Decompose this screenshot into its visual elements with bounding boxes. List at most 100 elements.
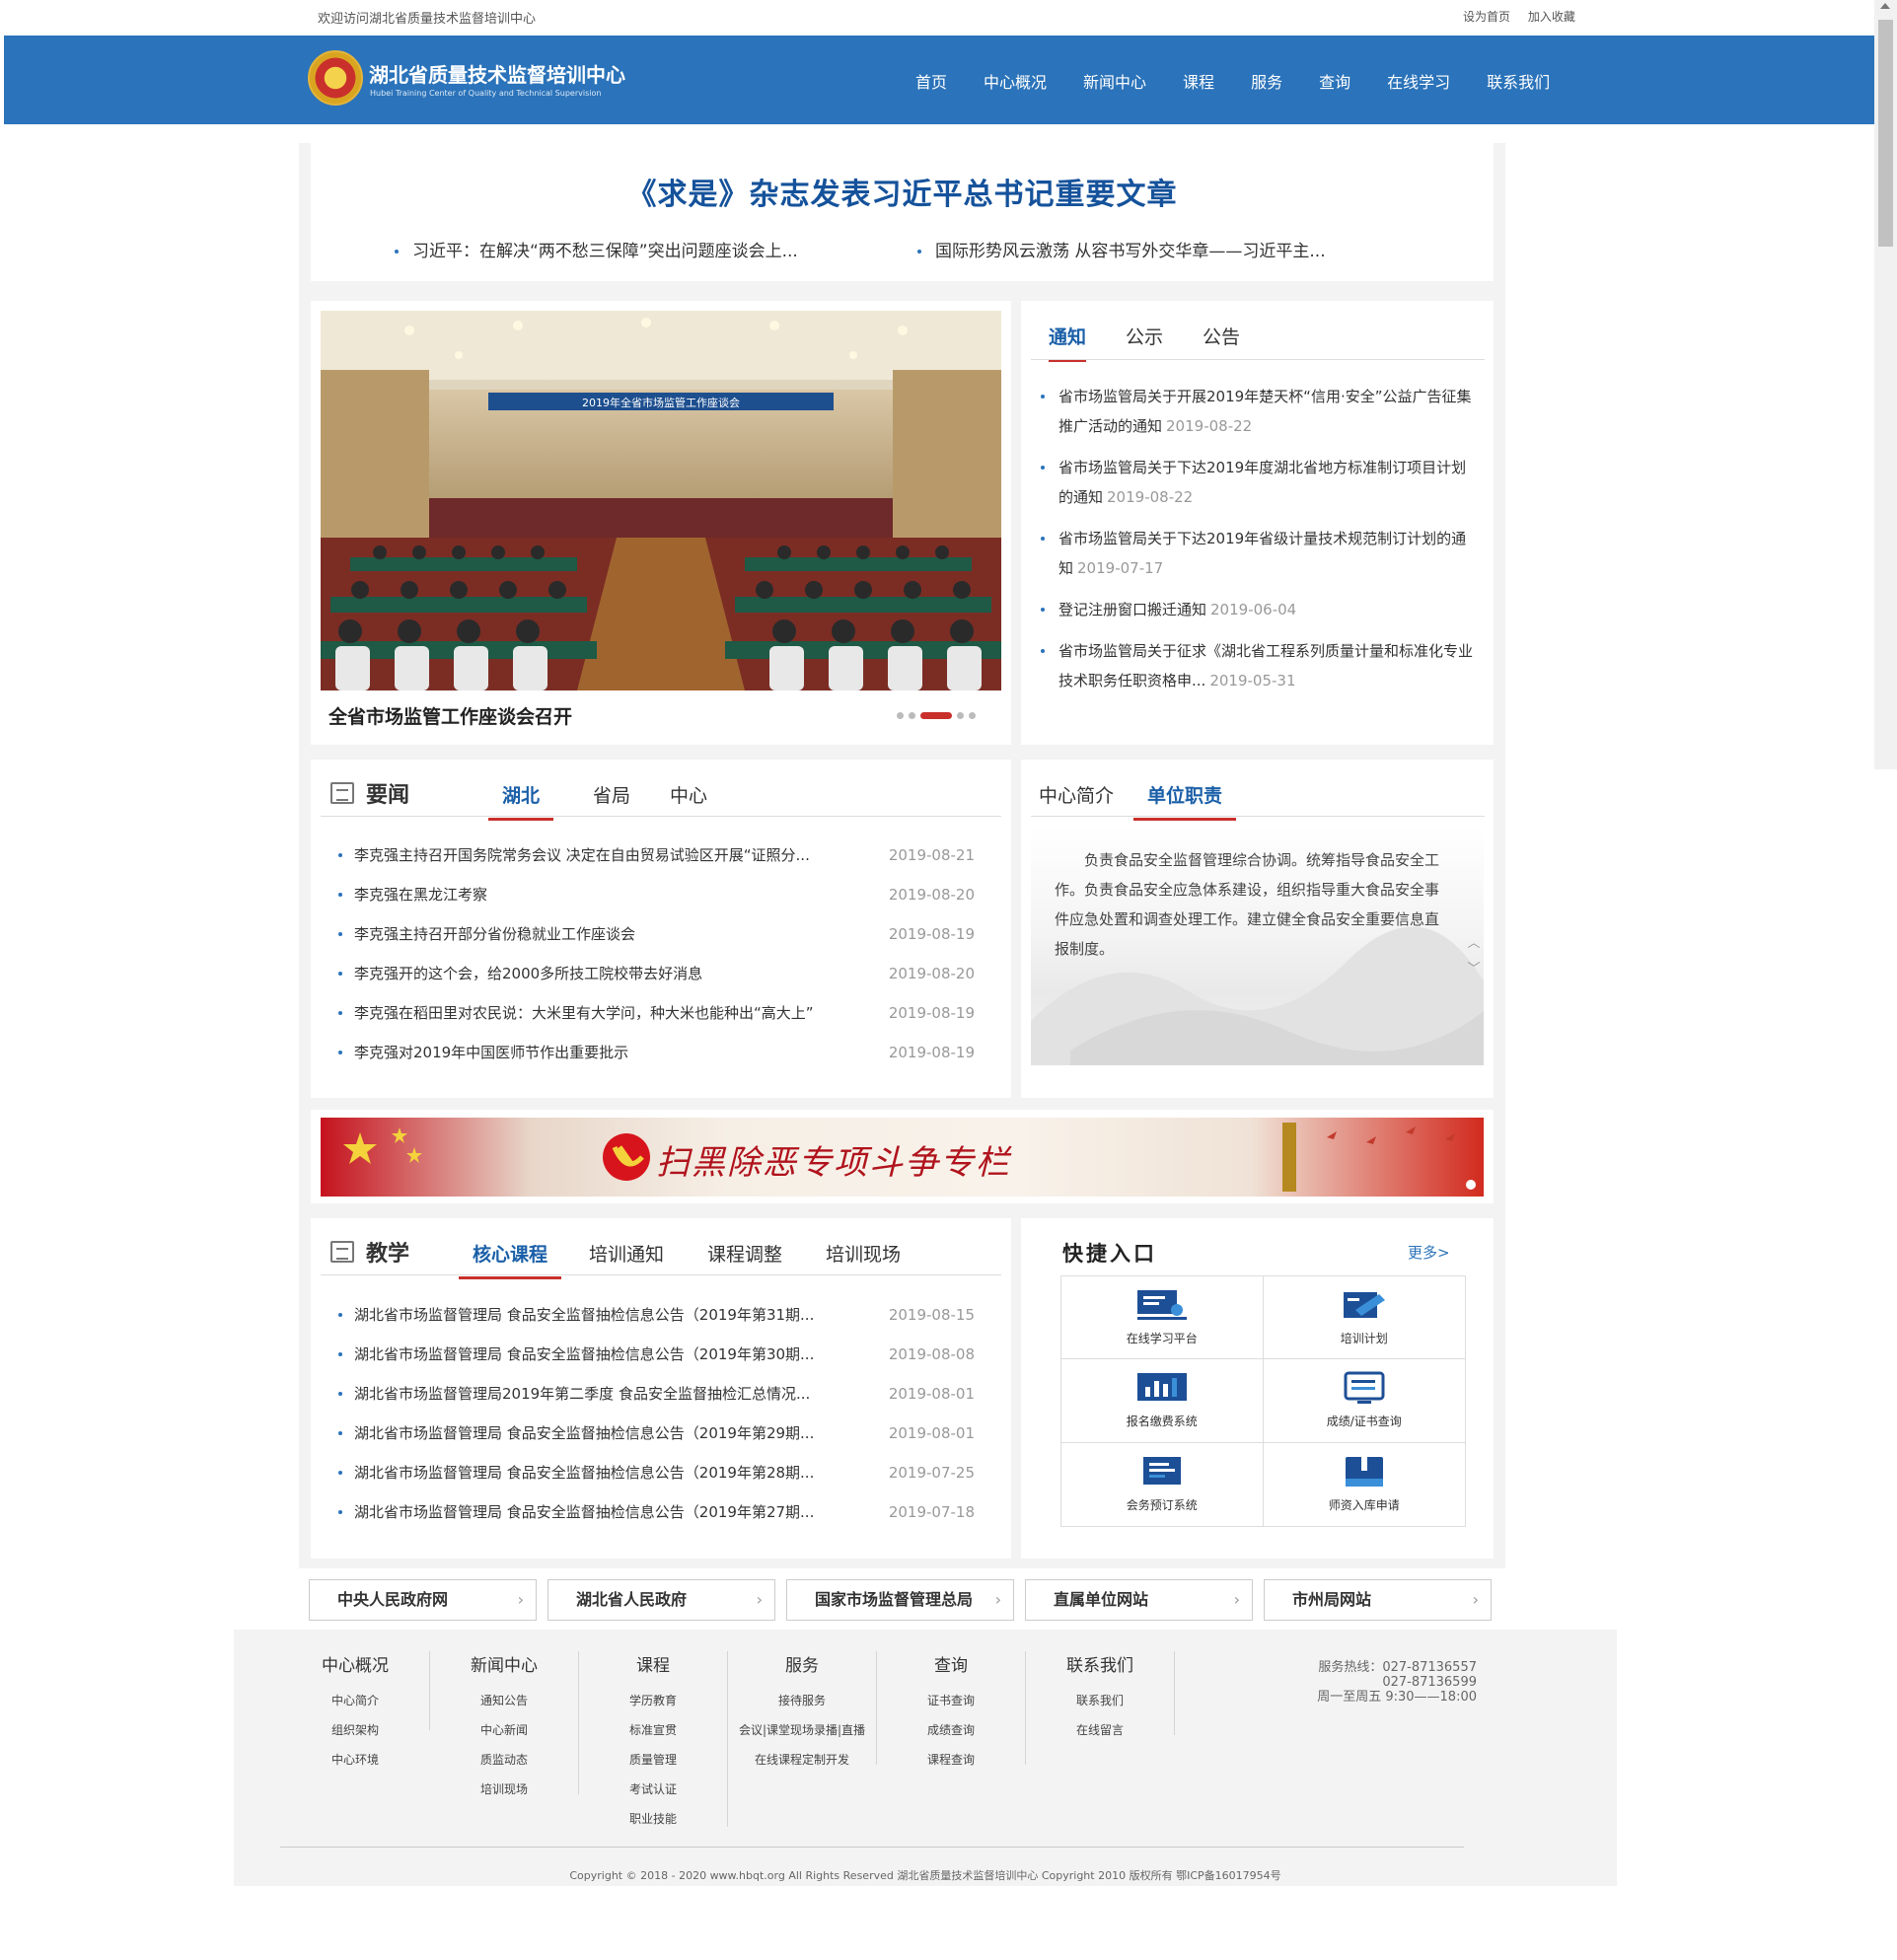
footer-link[interactable]: 联系我们 [1026, 1686, 1174, 1715]
list-item[interactable]: 省市场监管局关于开展2019年楚天杯“信用·安全”公益广告征集推广活动的通知 20… [1039, 382, 1478, 441]
slide-dot[interactable] [909, 712, 915, 719]
list-item[interactable]: 湖北省市场监督管理局 食品安全监督抽检信息公告（2019年第30期... 2019… [338, 1335, 975, 1374]
footer-link[interactable]: 标准宣贯 [579, 1715, 727, 1745]
headline-sub-link[interactable]: 习近平：在解决“两不愁三保障”突出问题座谈会上... [395, 237, 798, 261]
slide-dot-active[interactable] [920, 712, 952, 719]
nav-courses[interactable]: 课程 [1183, 69, 1214, 93]
list-item[interactable]: 湖北省市场监督管理局 食品安全监督抽检信息公告（2019年第28期... 2019… [338, 1453, 975, 1492]
footer-heading[interactable]: 查询 [877, 1651, 1025, 1676]
footer-link[interactable]: 会议|课堂现场录播|直播 [728, 1715, 876, 1745]
slide-dot[interactable] [897, 712, 904, 719]
footer-link[interactable]: 组织架构 [281, 1715, 429, 1745]
list-item[interactable]: 李克强开的这个会，给2000多所技工院校带去好消息 2019-08-20 [338, 954, 975, 993]
footer-link[interactable]: 在线课程定制开发 [728, 1745, 876, 1775]
footer-link[interactable]: 在线留言 [1026, 1715, 1174, 1745]
list-item[interactable]: 李克强对2019年中国医师节作出重要批示 2019-08-19 [338, 1033, 975, 1072]
list-item[interactable]: 湖北省市场监督管理局 食品安全监督抽检信息公告（2019年第27期... 2019… [338, 1492, 975, 1532]
scroll-down-icon[interactable]: ﹀ [1465, 961, 1483, 979]
site-name[interactable]: 湖北省质量技术监督培训中心 [369, 59, 625, 88]
slide-dot[interactable] [957, 712, 964, 719]
list-item[interactable]: 省市场监管局关于下达2019年省级计量技术规范制订计划的通知 2019-07-17 [1039, 524, 1478, 583]
tab-provincial-bureau[interactable]: 省局 [593, 781, 630, 821]
tab-notice[interactable]: 通知 [1049, 323, 1087, 362]
set-home-link[interactable]: 设为首页 [1463, 10, 1510, 24]
quick-registration[interactable]: 报名缴费系统 [1061, 1359, 1264, 1443]
photo-slider: 2019年全省市场监管工作座谈会 全省市场监管工作座谈会召开 [311, 301, 1011, 745]
quick-faculty-apply[interactable]: 师资入库申请 [1264, 1443, 1466, 1526]
list-item[interactable]: 登记注册窗口搬迁通知 2019-06-04 [1039, 595, 1478, 624]
tab-core-courses[interactable]: 核心课程 [459, 1240, 562, 1279]
tab-publicity[interactable]: 公示 [1126, 323, 1163, 362]
list-item[interactable]: 李克强在稻田里对农民说：大米里有大学问，种大米也能种出“高大上” 2019-08-… [338, 993, 975, 1033]
bookmark-link[interactable]: 加入收藏 [1528, 10, 1575, 24]
tab-center[interactable]: 中心 [670, 781, 707, 821]
footer-link[interactable]: 中心简介 [281, 1686, 429, 1715]
tab-training-site[interactable]: 培训现场 [826, 1240, 901, 1279]
footer-heading[interactable]: 课程 [579, 1651, 727, 1676]
headline-sub-link[interactable]: 国际形势风云激荡 从容书写外交华章——习近平主... [917, 237, 1326, 261]
link-affiliated-sites[interactable]: 直属单位网站 [1025, 1579, 1253, 1621]
footer-link[interactable]: 质监动态 [430, 1745, 578, 1775]
tab-center-intro[interactable]: 中心简介 [1039, 781, 1114, 821]
footer-heading[interactable]: 中心概况 [281, 1651, 429, 1676]
nav-about[interactable]: 中心概况 [984, 69, 1047, 93]
link-samr[interactable]: 国家市场监督管理总局 [786, 1579, 1014, 1621]
scroll-up-icon[interactable] [1880, 3, 1890, 9]
nav-home[interactable]: 首页 [915, 69, 947, 93]
slide-caption[interactable]: 全省市场监管工作座谈会召开 [328, 702, 572, 729]
list-item[interactable]: 湖北省市场监督管理局 食品安全监督抽检信息公告（2019年第29期... 2019… [338, 1414, 975, 1453]
quick-training-plan[interactable]: 培训计划 [1263, 1276, 1465, 1360]
scroll-up-icon[interactable]: ︿ [1465, 935, 1483, 953]
quick-score-query[interactable]: 成绩/证书查询 [1263, 1359, 1465, 1443]
list-item[interactable]: 省市场监管局关于征求《湖北省工程系列质量计量和标准化专业技术职务任职资格申...… [1039, 636, 1478, 695]
footer-link[interactable]: 职业技能 [579, 1804, 727, 1834]
list-item[interactable]: 李克强在黑龙江考察 2019-08-20 [338, 875, 975, 914]
footer-heading[interactable]: 新闻中心 [430, 1651, 578, 1676]
more-link[interactable]: 更多> [1408, 1242, 1450, 1263]
footer-link[interactable]: 课程查询 [877, 1745, 1025, 1775]
list-item[interactable]: 省市场监管局关于下达2019年度湖北省地方标准制订项目计划的通知 2019-08-… [1039, 453, 1478, 512]
footer-link[interactable]: 中心新闻 [430, 1715, 578, 1745]
footer-link[interactable]: 中心环境 [281, 1745, 429, 1775]
footer-link[interactable]: 通知公告 [430, 1686, 578, 1715]
tab-announcement[interactable]: 公告 [1203, 323, 1240, 362]
emblem-logo[interactable] [308, 50, 363, 106]
list-item[interactable]: 李克强主持召开国务院常务会议 决定在自由贸易试验区开展“证照分... 2019-0… [338, 835, 975, 875]
link-hubei-gov[interactable]: 湖北省人民政府 [547, 1579, 775, 1621]
nav-online-learning[interactable]: 在线学习 [1387, 69, 1450, 93]
slide-dot[interactable] [969, 712, 976, 719]
footer-link[interactable]: 成绩查询 [877, 1715, 1025, 1745]
bullet-icon [1041, 608, 1045, 612]
scroll-thumb[interactable] [1878, 20, 1893, 247]
quick-meeting-booking[interactable]: 会务预订系统 [1061, 1442, 1264, 1526]
tab-training-notice[interactable]: 培训通知 [589, 1240, 664, 1279]
link-central-gov[interactable]: 中央人民政府网 [309, 1579, 537, 1621]
page-scrollbar[interactable] [1874, 0, 1897, 769]
footer-link[interactable]: 考试认证 [579, 1775, 727, 1804]
quick-online-learning[interactable]: 在线学习平台 [1061, 1276, 1264, 1360]
footer-link[interactable]: 质量管理 [579, 1745, 727, 1775]
tab-course-adjust[interactable]: 课程调整 [707, 1240, 782, 1279]
footer-link[interactable]: 培训现场 [430, 1775, 578, 1804]
nav-query[interactable]: 查询 [1319, 69, 1350, 93]
list-item[interactable]: 湖北省市场监督管理局 食品安全监督抽检信息公告（2019年第31期... 2019… [338, 1295, 975, 1335]
bullet-icon [338, 1471, 342, 1475]
nav-contact[interactable]: 联系我们 [1487, 69, 1550, 93]
tab-hubei[interactable]: 湖北 [488, 781, 554, 821]
nav-services[interactable]: 服务 [1251, 69, 1282, 93]
footer-heading[interactable]: 服务 [728, 1651, 876, 1676]
footer-link[interactable]: 接待服务 [728, 1686, 876, 1715]
headline-title[interactable]: 《求是》杂志发表习近平总书记重要文章 [311, 170, 1494, 213]
footer-heading[interactable]: 联系我们 [1026, 1651, 1174, 1676]
bullet-icon [338, 972, 342, 976]
link-city-bureaus[interactable]: 市州局网站 [1264, 1579, 1492, 1621]
special-banner[interactable]: 扫黑除恶专项斗争专栏 [321, 1118, 1484, 1197]
tab-responsibilities[interactable]: 单位职责 [1133, 781, 1237, 821]
footer-link[interactable]: 证书查询 [877, 1686, 1025, 1715]
list-item[interactable]: 李克强主持召开部分省份稳就业工作座谈会 2019-08-19 [338, 914, 975, 954]
footer-link[interactable]: 学历教育 [579, 1686, 727, 1715]
slide-photo[interactable]: 2019年全省市场监管工作座谈会 [321, 311, 1001, 690]
news-panel: 要闻 湖北 省局 中心 李克强主持召开国务院常务会议 决定在自由贸易试验区开展“… [311, 760, 1011, 1098]
list-item[interactable]: 湖北省市场监督管理局2019年第二季度 食品安全监督抽检汇总情况... 2019-… [338, 1374, 975, 1414]
nav-news[interactable]: 新闻中心 [1083, 69, 1146, 93]
